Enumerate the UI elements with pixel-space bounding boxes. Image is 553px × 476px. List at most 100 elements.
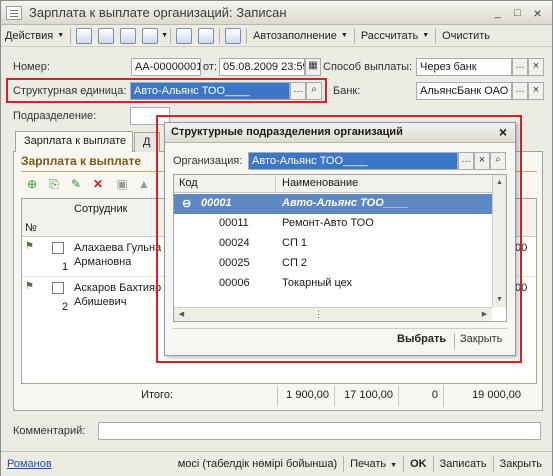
employee-name-line1: Алахаева Гульна <box>74 242 162 254</box>
subdivision-name: Ремонт-Авто ТОО <box>282 217 374 229</box>
save-row-icon: ▣ <box>116 177 128 191</box>
totals-label: Итого: <box>141 389 173 401</box>
subdivision-row[interactable]: 00006 Токарный цех <box>174 274 492 294</box>
ok-button[interactable]: OK <box>406 458 431 470</box>
select-payment-method-button[interactable]: … <box>512 58 528 76</box>
toolbar-separator <box>70 27 72 44</box>
collapse-icon[interactable]: ⊖ <box>182 197 191 210</box>
column-employee-header: Сотрудник <box>74 203 128 215</box>
subdivision-name: Токарный цех <box>282 277 353 289</box>
minimize-button[interactable]: _ <box>490 6 505 21</box>
dialog-close-icon[interactable]: × <box>499 124 507 140</box>
number-field[interactable]: АА-00000001 <box>131 58 201 76</box>
scroll-right-icon[interactable]: ▶ <box>478 308 491 321</box>
button-separator <box>454 333 455 349</box>
structural-unit-field[interactable]: Авто-Альянс ТОО____ <box>130 82 290 100</box>
chevron-down-icon: ▼ <box>57 32 65 39</box>
search-icon[interactable]: ⌕ <box>306 82 322 100</box>
post-document-icon[interactable] <box>76 27 93 44</box>
organization-label: Организация: <box>173 155 243 167</box>
calendar-icon[interactable]: ▦ <box>305 58 321 76</box>
row-number: 1 <box>62 261 69 273</box>
employee-name-line2: Армановна <box>74 256 132 268</box>
close-window-button[interactable]: × <box>530 6 545 21</box>
user-link[interactable]: Романов <box>1 458 56 470</box>
organization-field[interactable]: Авто-Альянс ТОО____ <box>248 152 458 170</box>
move-up-icon: ▲ <box>138 177 150 191</box>
structure-icon[interactable] <box>198 27 215 44</box>
chevron-down-icon[interactable]: ▼ <box>161 32 168 39</box>
column-name-header: Наименование <box>282 177 359 189</box>
section-title: Зарплата к выплате <box>21 154 142 168</box>
refresh-icon[interactable] <box>98 27 115 44</box>
delete-row-icon[interactable]: ✕ <box>91 177 105 191</box>
column-divider <box>398 386 399 406</box>
total-other: 0 <box>431 389 438 401</box>
column-num-header: № <box>25 222 37 234</box>
clear-button[interactable]: Очистить <box>438 26 494 46</box>
calculate-label: Рассчитать <box>360 29 419 42</box>
clear-icon[interactable]: × <box>528 58 544 76</box>
comment-field[interactable] <box>98 422 541 440</box>
save-button[interactable]: Записать <box>436 458 491 470</box>
subdivision-code: 00011 <box>219 217 249 229</box>
chevron-down-icon: ▼ <box>390 462 398 469</box>
edit-row-icon[interactable]: ✎ <box>69 177 83 191</box>
select-bank-button[interactable]: … <box>512 82 528 100</box>
date-field[interactable]: 05.08.2009 23:59:59 <box>219 58 305 76</box>
total-paid: 17 100,00 <box>344 389 393 401</box>
scroll-down-icon[interactable]: ▼ <box>493 293 506 306</box>
subdivision-row[interactable]: 00024 СП 1 <box>174 234 492 254</box>
scroll-up-icon[interactable]: ▲ <box>493 176 506 189</box>
total-deductions: 1 900,00 <box>286 389 329 401</box>
dialog-divider <box>173 328 507 329</box>
toolbar-separator <box>353 27 355 44</box>
bank-field[interactable]: АльянсБанк ОАО <box>416 82 512 100</box>
dialog-close-button[interactable]: Закрыть <box>460 333 502 345</box>
list-icon[interactable] <box>176 27 193 44</box>
autofill-menu[interactable]: Автозаполнение ▼ <box>249 26 352 46</box>
print-menu[interactable]: Печать ▼ <box>346 458 401 470</box>
payment-method-field[interactable]: Через банк <box>416 58 512 76</box>
toolbar-separator <box>435 27 437 44</box>
subdivision-name: СП 1 <box>282 237 308 249</box>
subdivision-row[interactable]: 00011 Ремонт-Авто ТОО <box>174 214 492 234</box>
tab-salary-payment[interactable]: Зарплата к выплате <box>15 131 133 152</box>
employee-name-line2: Абишевич <box>74 296 127 308</box>
row-checkbox[interactable] <box>52 242 64 254</box>
subdivision-row[interactable]: 00025 СП 2 <box>174 254 492 274</box>
maximize-button[interactable]: □ <box>510 6 525 21</box>
chevron-down-icon: ▼ <box>340 32 348 39</box>
select-structural-unit-button[interactable]: … <box>290 82 306 100</box>
autofill-label: Автозаполнение <box>253 29 337 42</box>
scroll-left-icon[interactable]: ◀ <box>175 308 188 321</box>
calculate-menu[interactable]: Рассчитать ▼ <box>357 26 433 46</box>
employee-name-line1: Аскаров Бахтияр <box>74 282 162 294</box>
column-divider <box>277 386 278 406</box>
close-button[interactable]: Закрыть <box>496 458 546 470</box>
horizontal-scrollbar[interactable]: ◀ ⋮ ▶ <box>174 307 492 321</box>
go-to-icon[interactable] <box>142 27 159 44</box>
status-separator <box>432 456 434 472</box>
clear-icon[interactable]: × <box>474 152 490 170</box>
toolbar-separator <box>170 27 172 44</box>
document-window: Зарплата к выплате организаций: Записан … <box>0 0 553 476</box>
date-label: от: <box>203 61 217 73</box>
select-button[interactable]: Выбрать <box>397 333 446 345</box>
copy-row-icon[interactable]: ⎘ <box>47 177 61 191</box>
clear-icon[interactable]: × <box>528 82 544 100</box>
scroll-grip-icon[interactable]: ⋮ <box>312 308 325 321</box>
row-checkbox[interactable] <box>52 282 64 294</box>
title-bar: Зарплата к выплате организаций: Записан … <box>1 1 552 25</box>
structural-subdivisions-dialog: Структурные подразделения организаций × … <box>164 122 516 356</box>
column-divider <box>334 386 335 406</box>
copy-icon[interactable] <box>120 27 137 44</box>
add-row-icon[interactable]: ⊕ <box>25 177 39 191</box>
subdivision-row[interactable]: ⊖ 00001 Авто-Альянс ТОО____ <box>174 194 492 214</box>
select-organization-button[interactable]: … <box>458 152 474 170</box>
toolbar-separator <box>219 27 221 44</box>
vertical-scrollbar[interactable]: ▲ ▼ <box>492 175 506 307</box>
search-icon[interactable]: ⌕ <box>490 152 506 170</box>
actions-menu[interactable]: Действия ▼ <box>1 26 68 46</box>
edit-icon[interactable] <box>225 27 242 44</box>
